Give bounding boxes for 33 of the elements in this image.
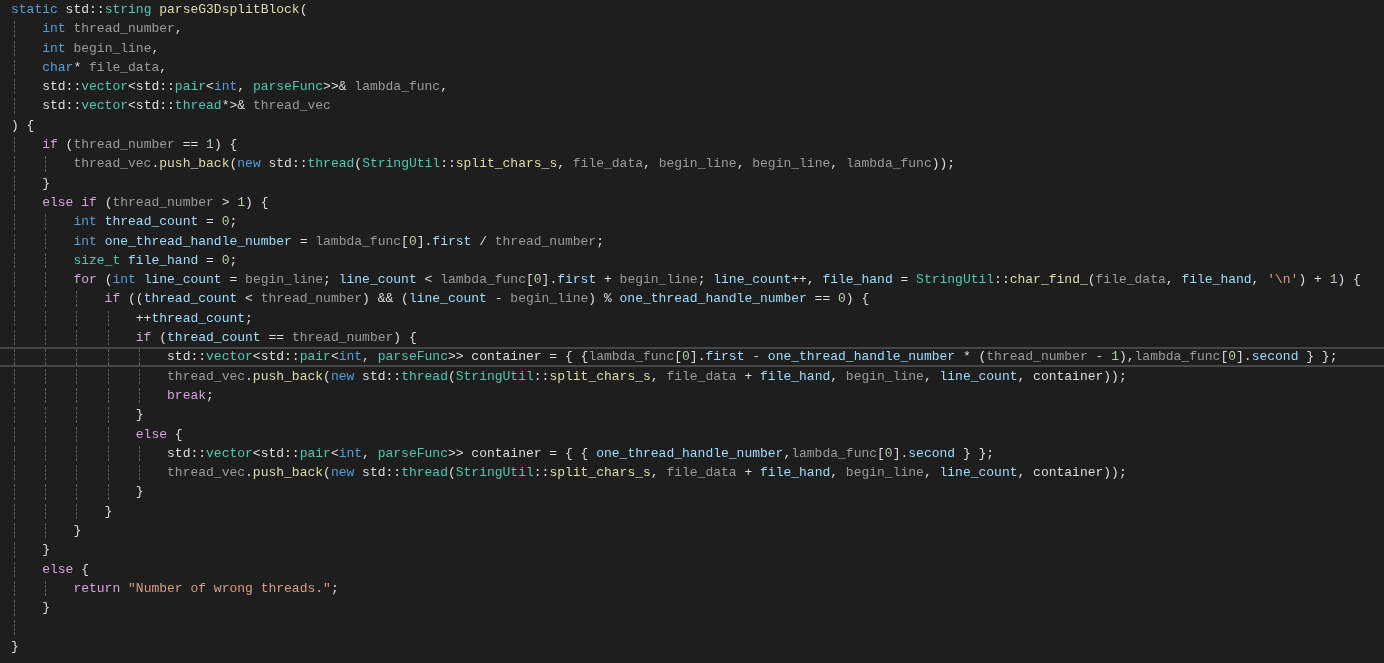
code-line: } bbox=[0, 521, 1384, 541]
code-line: thread_vec.push_back(new std::thread(StringUtil::split_chars_s, file_data, begin_line, begin_line, lambda_func)); bbox=[0, 154, 1384, 174]
code-line: std::vector<std::pair<int, parseFunc>>& lambda_func, bbox=[0, 77, 1384, 97]
code-line: std::vector<std::pair<int, parseFunc>> container = { { one_thread_handle_number,lambda_func[0].second } }; bbox=[0, 443, 1384, 464]
code-line: break; bbox=[0, 385, 1384, 406]
code-line: int one_thread_handle_number = lambda_func[0].first / thread_number; bbox=[0, 231, 1384, 251]
code-line: else if (thread_number > 1) { bbox=[0, 192, 1384, 213]
code-line: if (thread_number == 1) { bbox=[0, 135, 1384, 155]
code-line: } bbox=[0, 173, 1384, 193]
code-line: } bbox=[0, 540, 1384, 560]
code-line: thread_vec.push_back(new std::thread(StringUtil::split_chars_s, file_data + file_hand, begin_line, line_count, container)); bbox=[0, 463, 1384, 483]
code-line: } bbox=[0, 482, 1384, 502]
code-line: else { bbox=[0, 559, 1384, 579]
code-line: char* file_data, bbox=[0, 57, 1384, 78]
code-line: } bbox=[0, 405, 1384, 425]
code-line: for (int line_count = begin_line; line_count < lambda_func[0].first + begin_line; line_count++, file_hand = StringUtil::char_find_(file_data, file_hand, '\n') + 1) { bbox=[0, 270, 1384, 290]
code-line: if ((thread_count < thread_number) && (line_count - begin_line) % one_thread_handle_number == 0) { bbox=[0, 289, 1384, 309]
code-line: if (thread_count == thread_number) { bbox=[0, 328, 1384, 348]
code-line: static std::string parseG3DsplitBlock( bbox=[10, 1, 309, 19]
code-line: else { bbox=[0, 424, 1384, 444]
code-line: int begin_line, bbox=[0, 38, 1384, 58]
code-line: int thread_count = 0; bbox=[0, 212, 1384, 232]
code-line: return "Number of wrong threads."; bbox=[0, 578, 1384, 599]
code-line: ) { bbox=[10, 116, 36, 135]
code-line: std::vector<std::pair<int, parseFunc>> container = { {lambda_func[0].first - one_thread_handle_number * (thread_number - 1),lambda_func[0].second } }; bbox=[0, 347, 1384, 367]
code-line: std::vector<std::thread*>& thread_vec bbox=[0, 96, 1384, 116]
code-line: } bbox=[10, 637, 20, 656]
code-line: } bbox=[0, 598, 1384, 618]
code-line: thread_vec.push_back(new std::thread(StringUtil::split_chars_s, file_data + file_hand, begin_line, line_count, container)); bbox=[0, 366, 1384, 386]
code-line: size_t file_hand = 0; bbox=[0, 250, 1384, 271]
code-line: ++thread_count; bbox=[0, 308, 1384, 329]
code-line: int thread_number, bbox=[0, 19, 1384, 39]
code-line: } bbox=[0, 501, 1384, 521]
